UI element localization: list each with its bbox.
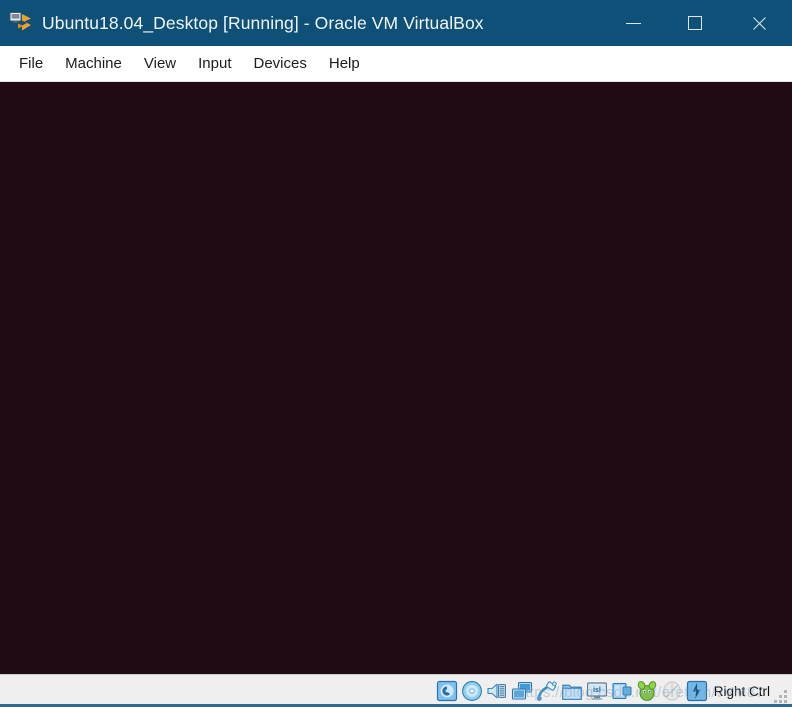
status-icon-group: isl	[436, 680, 708, 702]
shared-folders-icon[interactable]	[561, 680, 583, 702]
audio-icon[interactable]	[486, 680, 508, 702]
maximize-icon	[688, 16, 702, 30]
window-controls	[602, 0, 792, 46]
guest-additions-icon[interactable]	[636, 680, 658, 702]
optical-disk-icon[interactable]	[461, 680, 483, 702]
maximize-button[interactable]	[664, 0, 726, 46]
usb-icon[interactable]	[536, 680, 558, 702]
menubar: File Machine View Input Devices Help	[0, 46, 792, 82]
display-icon[interactable]: isl	[586, 680, 608, 702]
menu-input[interactable]: Input	[187, 51, 242, 76]
menu-view[interactable]: View	[133, 51, 187, 76]
network-icon[interactable]	[511, 680, 533, 702]
vm-display[interactable]	[0, 82, 792, 674]
menu-machine[interactable]: Machine	[54, 51, 133, 76]
resize-grip[interactable]	[774, 690, 787, 703]
mouse-disabled-icon[interactable]	[661, 680, 683, 702]
keyboard-capture-icon[interactable]	[686, 680, 708, 702]
menu-devices[interactable]: Devices	[243, 51, 318, 76]
virtualbox-window: Ubuntu18.04_Desktop [Running] - Oracle V…	[0, 0, 792, 707]
minimize-icon	[625, 22, 641, 24]
menu-help[interactable]: Help	[318, 51, 371, 76]
close-icon	[751, 15, 768, 32]
svg-text:isl: isl	[593, 687, 601, 694]
recording-icon[interactable]	[611, 680, 633, 702]
statusbar: isl Right Ctrl https://blog.csdn.net/ere…	[0, 674, 792, 707]
window-title: Ubuntu18.04_Desktop [Running] - Oracle V…	[42, 12, 484, 33]
minimize-button[interactable]	[602, 0, 664, 46]
virtualbox-vm-icon	[9, 11, 33, 35]
window-titlebar[interactable]: Ubuntu18.04_Desktop [Running] - Oracle V…	[0, 0, 792, 46]
hard-disk-icon[interactable]	[436, 680, 458, 702]
menu-file[interactable]: File	[8, 51, 54, 76]
host-key-label: Right Ctrl	[713, 683, 770, 699]
close-button[interactable]	[726, 0, 792, 46]
